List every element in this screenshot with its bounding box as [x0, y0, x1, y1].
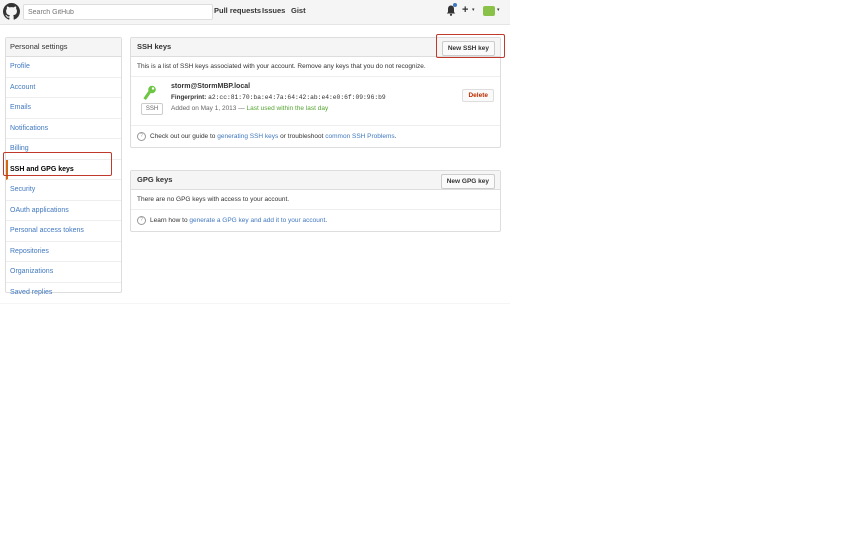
- generating-ssh-keys-link[interactable]: generating SSH keys: [217, 133, 278, 140]
- help-prefix: Check out our guide to: [150, 133, 216, 141]
- top-navbar: Pull requests Issues Gist + ▾ ▾: [0, 0, 510, 25]
- new-gpg-key-button[interactable]: New GPG key: [440, 174, 495, 189]
- gpg-keys-title-text: GPG keys: [137, 175, 173, 184]
- search-input[interactable]: [23, 4, 213, 20]
- notification-indicator: [453, 3, 457, 7]
- question-icon: ?: [137, 132, 146, 141]
- help-suffix: .: [394, 133, 397, 141]
- ssh-help-text: ? Check out our guide to generating SSH k…: [131, 126, 500, 147]
- last-used-text: Last used within the last day: [246, 105, 329, 112]
- sidebar-item-account[interactable]: Account: [6, 78, 121, 98]
- generate-gpg-key-link[interactable]: generate a GPG key and add it to your ac…: [189, 217, 325, 224]
- key-title: storm@StormMBP.local: [171, 83, 251, 90]
- gpg-keys-panel: GPG keys New GPG key There are no GPG ke…: [130, 170, 501, 232]
- gpg-help-text: ? Learn how to generate a GPG key and add…: [131, 210, 500, 231]
- key-added-date: Added on May 1, 2013 — Last used within …: [171, 105, 328, 112]
- sidebar-item-notifications[interactable]: Notifications: [6, 119, 121, 139]
- sidebar-item-personal-access-tokens[interactable]: Personal access tokens: [6, 221, 121, 242]
- sidebar-item-emails[interactable]: Emails: [6, 98, 121, 119]
- sidebar-title: Personal settings: [6, 38, 121, 57]
- plus-icon[interactable]: +: [462, 4, 468, 16]
- sidebar-item-oauth-applications[interactable]: OAuth applications: [6, 201, 121, 221]
- list-item: SSH storm@StormMBP.local Fingerprint: a2…: [131, 77, 500, 126]
- question-icon: ?: [137, 216, 146, 225]
- avatar[interactable]: [483, 6, 495, 16]
- highlight-annotation: [436, 34, 505, 58]
- key-icon: [143, 85, 156, 100]
- sidebar-item-organizations[interactable]: Organizations: [6, 262, 121, 283]
- gpg-empty-text: There are no GPG keys with access to you…: [131, 190, 500, 210]
- sidebar-item-profile[interactable]: Profile: [6, 57, 121, 78]
- chevron-down-icon[interactable]: ▾: [497, 7, 500, 13]
- added-date-text: Added on May 1, 2013 —: [171, 105, 245, 112]
- fingerprint-value: a2:cc:81:70:ba:e4:7a:64:42:ab:e4:e0:6f:0…: [208, 94, 386, 101]
- gpg-help-prefix: Learn how to: [150, 217, 188, 225]
- divider: [0, 303, 510, 304]
- gpg-keys-title: GPG keys New GPG key: [131, 171, 500, 190]
- ssh-keys-title-text: SSH keys: [137, 42, 172, 51]
- ssh-badge: SSH: [141, 103, 163, 115]
- fingerprint-label: Fingerprint:: [171, 94, 207, 101]
- nav-pull-requests[interactable]: Pull requests: [214, 6, 261, 15]
- chevron-down-icon[interactable]: ▾: [472, 7, 475, 13]
- help-mid: or troubleshoot: [280, 133, 324, 141]
- sidebar-item-security[interactable]: Security: [6, 180, 121, 201]
- ssh-keys-description: This is a list of SSH keys associated wi…: [131, 57, 500, 77]
- common-ssh-problems-link[interactable]: common SSH Problems: [325, 133, 394, 140]
- nav-issues[interactable]: Issues: [262, 6, 285, 15]
- sidebar-item-saved-replies[interactable]: Saved replies: [6, 283, 121, 303]
- gpg-help-suffix: .: [325, 217, 328, 225]
- sidebar-item-repositories[interactable]: Repositories: [6, 242, 121, 262]
- highlight-annotation: [3, 152, 112, 176]
- github-logo-icon[interactable]: [3, 3, 20, 20]
- delete-key-button[interactable]: Delete: [462, 89, 494, 102]
- key-fingerprint: Fingerprint: a2:cc:81:70:ba:e4:7a:64:42:…: [171, 94, 386, 101]
- nav-gist[interactable]: Gist: [291, 6, 306, 15]
